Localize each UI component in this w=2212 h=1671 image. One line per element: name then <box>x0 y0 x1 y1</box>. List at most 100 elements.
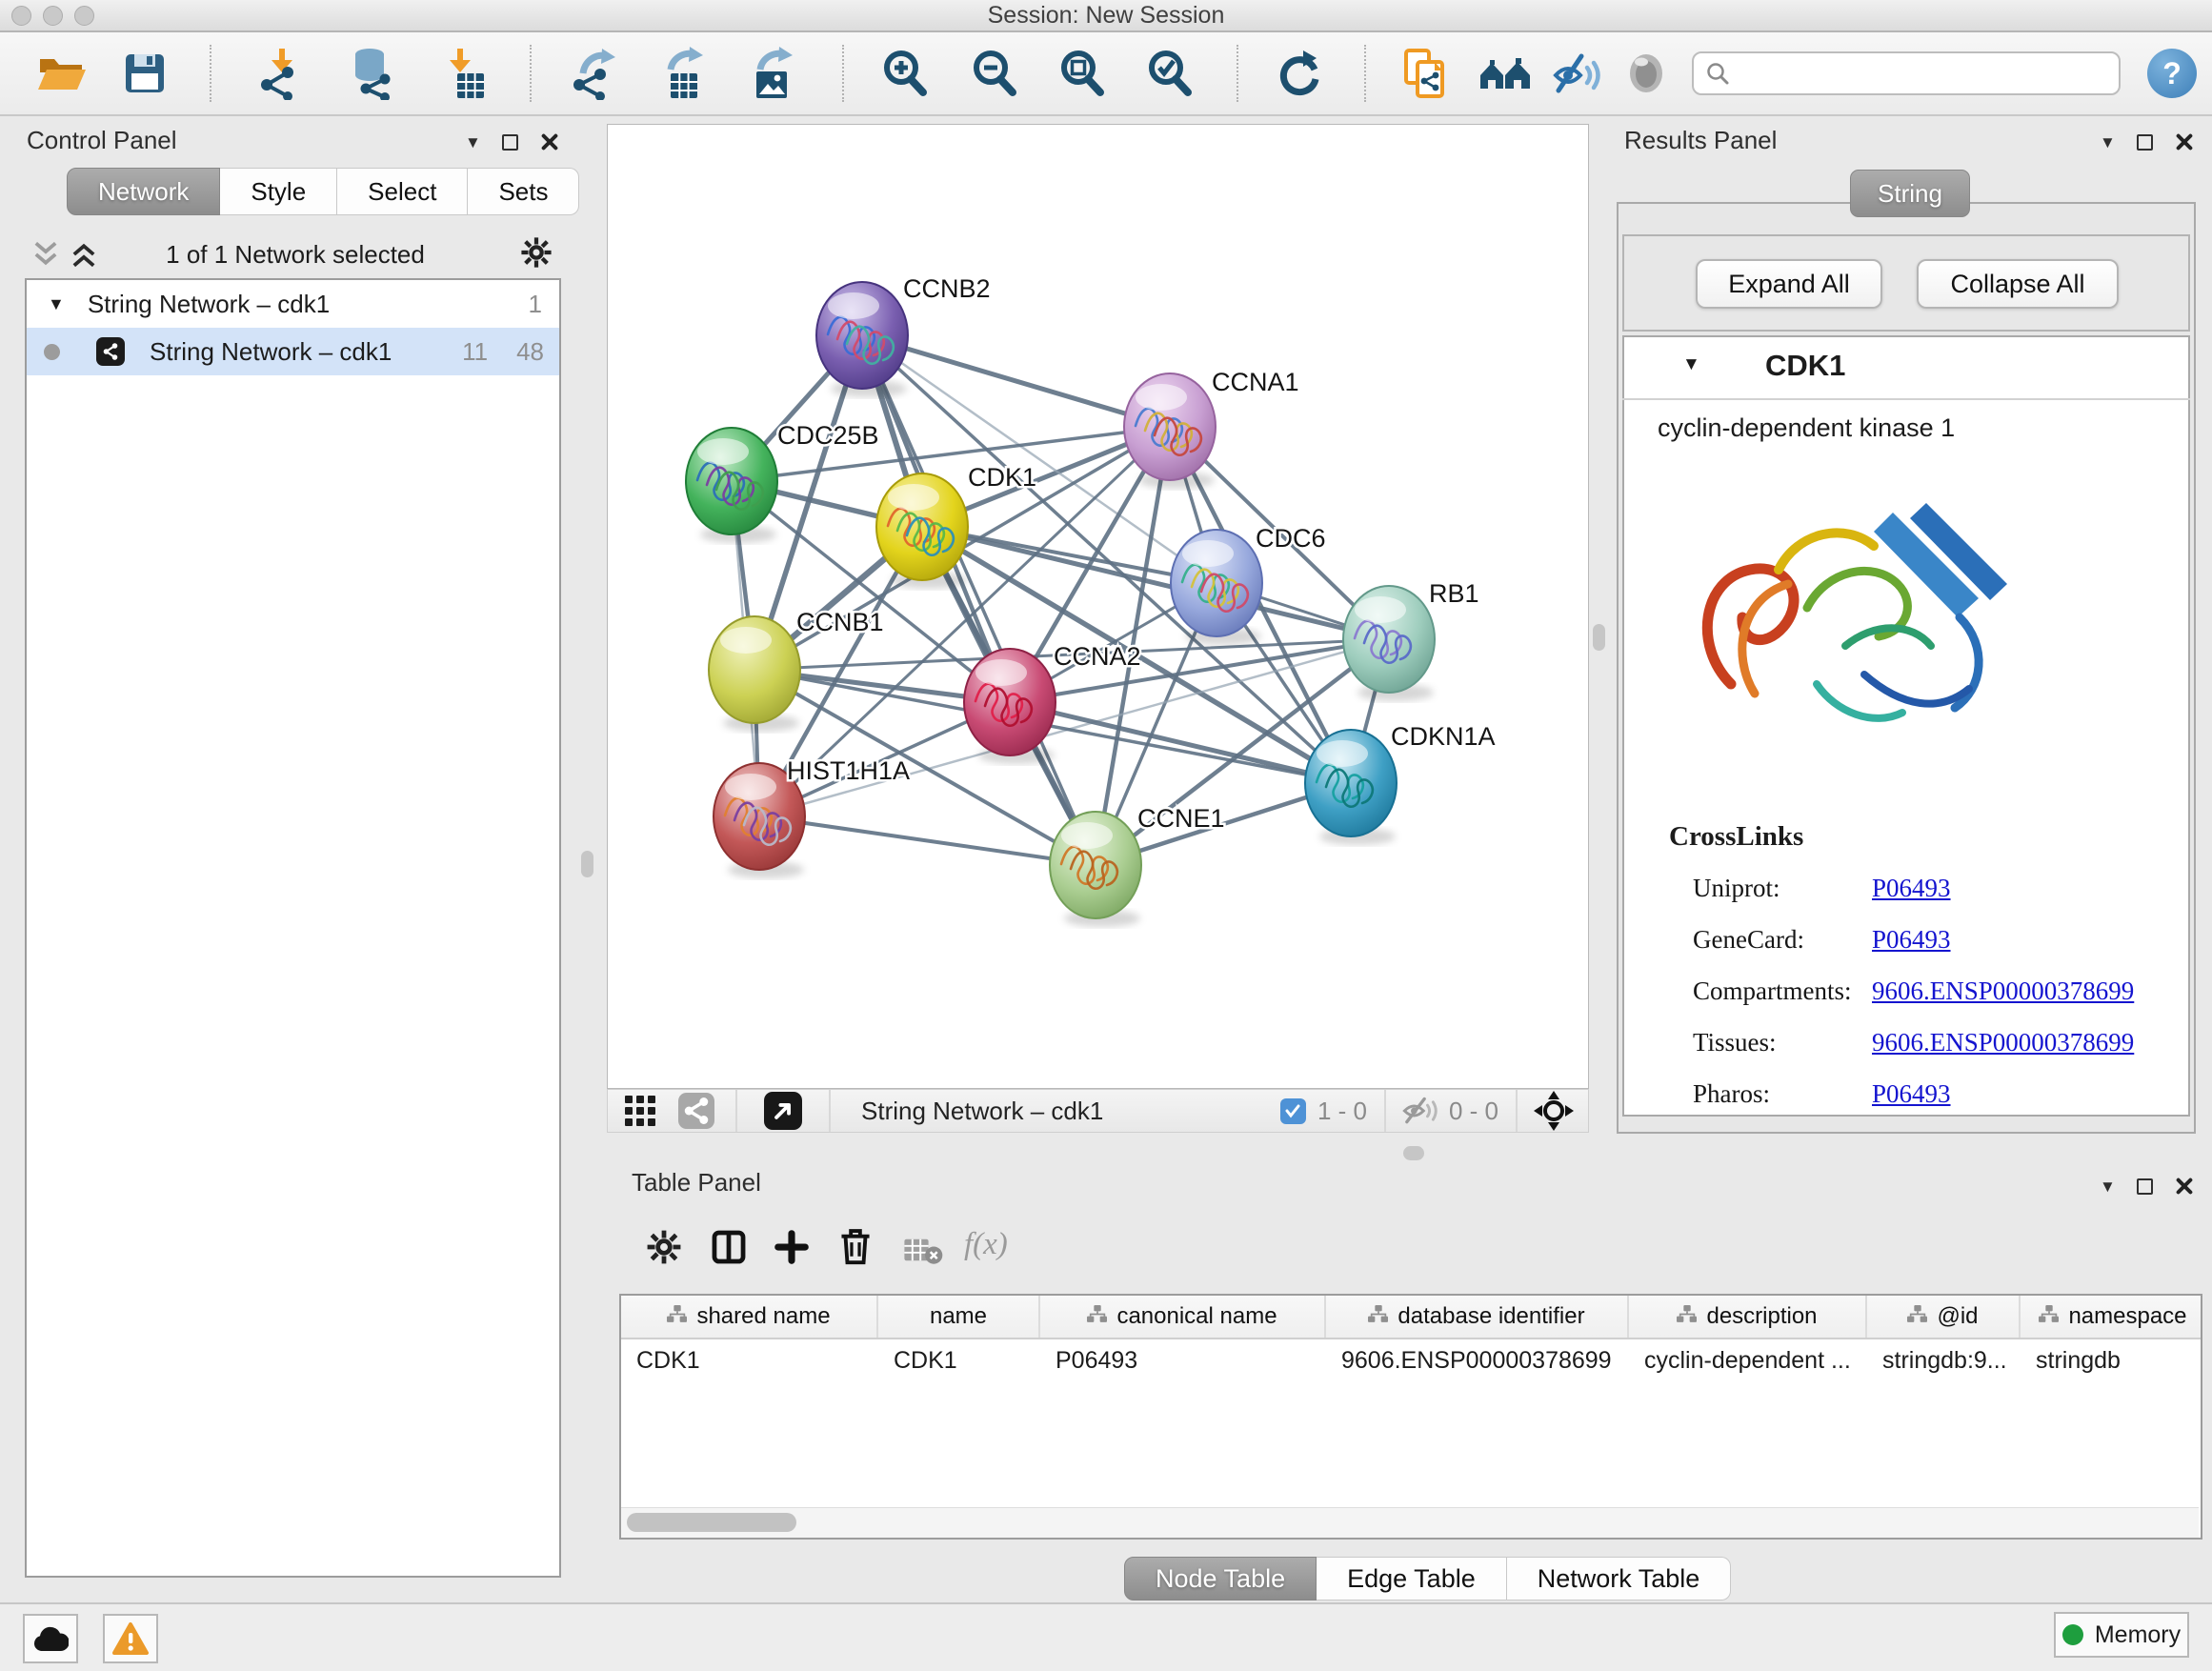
edge-HIST1H1A-CCNE1[interactable] <box>759 816 1096 865</box>
grid-view-icon[interactable] <box>623 1094 657 1128</box>
crosslink-value[interactable]: 9606.ENSP00000378699 <box>1872 976 2134 1006</box>
string-network-icon <box>96 337 125 366</box>
column-header--id[interactable]: @id <box>1867 1296 2021 1338</box>
expand-all-button[interactable]: Expand All <box>1696 259 1882 309</box>
table-cell-shared-name[interactable]: CDK1 <box>621 1339 878 1381</box>
collapse-all-button[interactable]: Collapse All <box>1917 259 2119 309</box>
network-collection-row[interactable]: ▼ String Network – cdk1 1 <box>27 280 559 328</box>
table-cell-database-identifier[interactable]: 9606.ENSP00000378699 <box>1326 1339 1629 1381</box>
column-header-shared-name[interactable]: shared name <box>621 1296 878 1338</box>
table-cell--id[interactable]: stringdb:9... <box>1867 1339 2021 1381</box>
close-panel-icon[interactable] <box>2174 131 2195 152</box>
tab-string[interactable]: String <box>1850 170 1970 217</box>
fit-selected-crosshair-icon[interactable] <box>1533 1090 1575 1132</box>
collapse-all-icon[interactable] <box>30 240 61 269</box>
node-CDC25B[interactable]: CDC25B <box>686 421 879 543</box>
crosslink-value[interactable]: P06493 <box>1872 1079 1951 1109</box>
edge-CCNA2-CDKN1A[interactable] <box>1010 702 1351 783</box>
network-row[interactable]: String Network – cdk1 11 48 <box>27 328 559 375</box>
column-header-database-identifier[interactable]: database identifier <box>1326 1296 1629 1338</box>
warnings-button[interactable] <box>103 1614 158 1663</box>
collapse-panel-icon[interactable]: ▼ <box>2100 1178 2116 1195</box>
import-network-from-database-icon[interactable] <box>347 47 400 100</box>
collapse-panel-icon[interactable]: ▼ <box>465 134 481 151</box>
node-HIST1H1A[interactable]: HIST1H1A <box>714 756 910 878</box>
column-header-name[interactable]: name <box>878 1296 1040 1338</box>
node-CCNA1[interactable]: CCNA1 <box>1124 368 1299 489</box>
column-header-canonical-name[interactable]: canonical name <box>1040 1296 1326 1338</box>
show-columns-icon[interactable] <box>711 1229 747 1265</box>
hide-glasses-icon[interactable] <box>1551 47 1604 100</box>
close-panel-icon[interactable] <box>539 131 560 152</box>
copy-document-icon[interactable] <box>1398 47 1452 100</box>
close-panel-icon[interactable] <box>2174 1176 2195 1197</box>
memory-button[interactable]: Memory <box>2054 1612 2189 1658</box>
float-panel-icon[interactable] <box>2137 134 2153 151</box>
table-cell-name[interactable]: CDK1 <box>878 1339 1040 1381</box>
save-session-icon[interactable] <box>118 47 171 100</box>
node-CCNB1[interactable]: CCNB1 <box>709 608 884 732</box>
tab-style[interactable]: Style <box>220 168 337 215</box>
table-settings-gear-icon[interactable] <box>646 1229 682 1265</box>
right-splitter-handle[interactable] <box>1593 624 1605 651</box>
add-column-icon[interactable] <box>774 1229 810 1265</box>
edge-CCNB2-CCNA1[interactable] <box>862 335 1170 427</box>
node-CDKN1A[interactable]: CDKN1A <box>1305 722 1496 845</box>
selected-nodes-checkbox[interactable] <box>1280 1098 1306 1124</box>
tab-sets[interactable]: Sets <box>468 168 579 215</box>
crosslink-value[interactable]: 9606.ENSP00000378699 <box>1872 1028 2134 1057</box>
zoom-in-icon[interactable] <box>878 47 932 100</box>
collapse-panel-icon[interactable]: ▼ <box>2100 134 2116 151</box>
table-cell-canonical-name[interactable]: P06493 <box>1040 1339 1326 1381</box>
function-builder-icon[interactable]: f(x) <box>964 1227 1008 1262</box>
table-scrollbar-thumb[interactable] <box>627 1513 796 1532</box>
edge-CCNB2-CCNE1[interactable] <box>862 335 1096 865</box>
import-network-icon[interactable] <box>255 47 309 100</box>
zoom-out-icon[interactable] <box>968 47 1021 100</box>
table-cell-description[interactable]: cyclin-dependent ... <box>1629 1339 1867 1381</box>
table-row[interactable]: CDK1CDK1P064939606.ENSP00000378699cyclin… <box>621 1339 2201 1381</box>
tab-network-table[interactable]: Network Table <box>1507 1557 1732 1601</box>
node-CCNB2[interactable]: CCNB2 <box>816 274 991 397</box>
tab-network[interactable]: Network <box>67 168 220 215</box>
collection-expander-icon[interactable]: ▼ <box>48 294 65 314</box>
open-session-icon[interactable] <box>34 47 88 100</box>
birds-eye-view-button[interactable] <box>764 1092 802 1130</box>
expand-all-icon[interactable] <box>69 240 99 269</box>
tab-edge-table[interactable]: Edge Table <box>1317 1557 1507 1601</box>
horizontal-splitter-handle[interactable] <box>1403 1146 1424 1160</box>
column-header-namespace[interactable]: namespace <box>2021 1296 2202 1338</box>
export-network-icon[interactable] <box>568 47 621 100</box>
column-header-description[interactable]: description <box>1629 1296 1867 1338</box>
cloud-button[interactable] <box>23 1614 78 1663</box>
node-CCNE1[interactable]: CCNE1 <box>1050 804 1225 927</box>
string-home-icon[interactable] <box>1478 47 1532 100</box>
crosslink-value[interactable]: P06493 <box>1872 925 1951 955</box>
delete-table-icon[interactable] <box>903 1235 943 1265</box>
gene-expander-icon[interactable]: ▼ <box>1682 354 1700 375</box>
tab-node-table[interactable]: Node Table <box>1124 1557 1317 1601</box>
table-cell-namespace[interactable]: stringdb <box>2021 1339 2202 1381</box>
import-table-icon[interactable] <box>436 47 490 100</box>
export-image-icon[interactable] <box>747 47 800 100</box>
left-splitter-handle[interactable] <box>581 851 593 877</box>
zoom-selected-icon[interactable] <box>1143 47 1196 100</box>
delete-column-trash-icon[interactable] <box>836 1227 875 1267</box>
share-view-icon[interactable] <box>678 1093 714 1129</box>
hidden-items-icon[interactable] <box>1401 1095 1439 1127</box>
node-RB1[interactable]: RB1 <box>1343 579 1479 701</box>
table-horizontal-scrollbar[interactable] <box>621 1507 2199 1538</box>
node-CDC6[interactable]: CDC6 <box>1171 524 1326 645</box>
export-table-icon[interactable] <box>657 47 711 100</box>
show-glasses-icon[interactable] <box>1619 47 1673 100</box>
zoom-fit-icon[interactable] <box>1056 47 1109 100</box>
float-panel-icon[interactable] <box>2137 1178 2153 1195</box>
help-button[interactable]: ? <box>2147 49 2197 98</box>
float-panel-icon[interactable] <box>502 134 518 151</box>
gear-icon[interactable] <box>520 236 553 269</box>
tab-select[interactable]: Select <box>337 168 468 215</box>
refresh-icon[interactable] <box>1273 47 1326 100</box>
network-graph[interactable]: CCNB2CCNA1CDC25BCDK1CDC6RB1CCNB1CCNA2CDK… <box>607 124 1589 1089</box>
crosslink-value[interactable]: P06493 <box>1872 874 1951 903</box>
search-input[interactable] <box>1692 51 2121 95</box>
